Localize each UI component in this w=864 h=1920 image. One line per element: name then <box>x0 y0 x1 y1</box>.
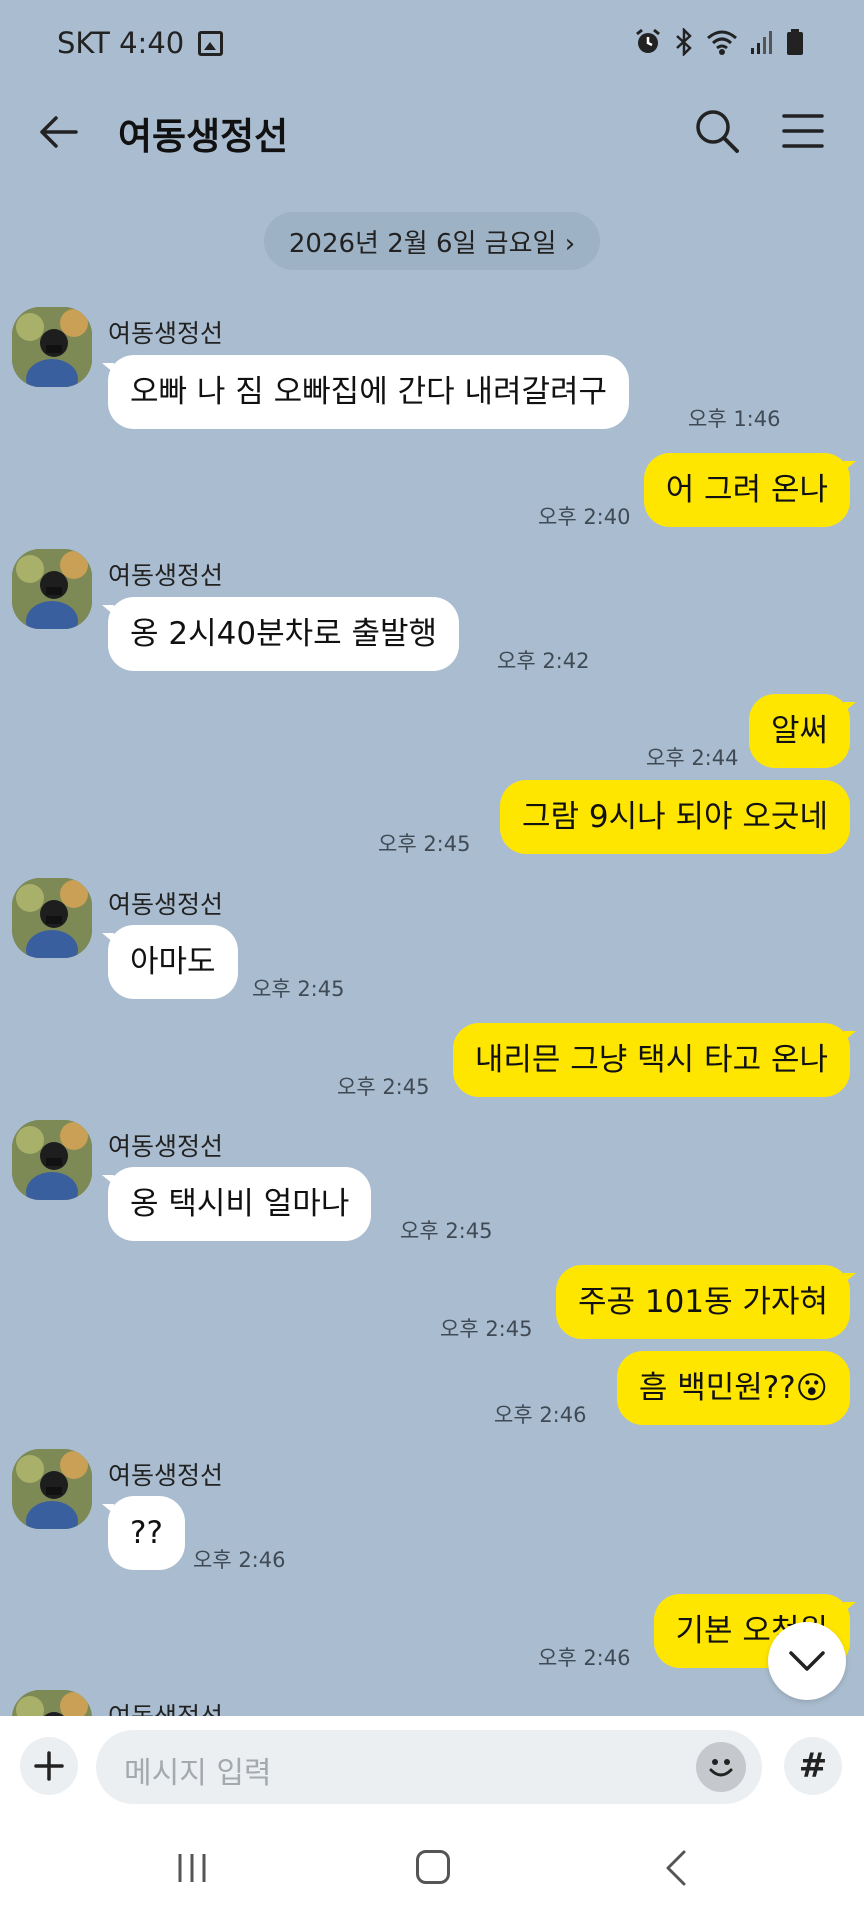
image-notification-icon <box>198 31 223 56</box>
outgoing-message-bubble[interactable]: 주공 101동 가자혀 <box>556 1265 856 1339</box>
plus-icon <box>34 1751 64 1781</box>
outgoing-message-bubble[interactable]: 어 그려 온나 <box>643 453 857 527</box>
wifi-icon <box>707 30 737 55</box>
message-time: 오후 2:46 <box>538 1646 631 1670</box>
outgoing-message-bubble[interactable]: 내리믄 그냥 택시 타고 온나 <box>452 1023 857 1097</box>
alarm-icon <box>636 28 660 53</box>
sender-name: 여동생정선 <box>108 319 224 348</box>
avatar[interactable] <box>12 878 92 958</box>
system-nav-bar <box>0 1816 864 1920</box>
incoming-message-bubble[interactable]: 오빠 나 짐 오빠집에 간다 내려갈려구 <box>101 355 630 429</box>
status-icons <box>634 28 804 56</box>
message-time: 오후 2:44 <box>646 746 739 770</box>
message-time: 오후 1:46 <box>688 407 781 431</box>
home-icon[interactable] <box>416 1850 450 1884</box>
message-time: 오후 2:45 <box>400 1219 493 1243</box>
nav-back-icon[interactable] <box>662 1848 690 1888</box>
battery-icon <box>787 29 803 55</box>
status-bar: SKT 4:40 <box>0 0 864 88</box>
sender-name: 여동생정선 <box>108 1461 224 1490</box>
avatar[interactable] <box>12 307 92 387</box>
emoji-button[interactable] <box>696 1742 746 1792</box>
outgoing-message-bubble[interactable]: 흠 백민원??😮 <box>616 1351 850 1425</box>
message-input[interactable]: 메시지 입력 <box>96 1730 762 1804</box>
message-time: 오후 2:46 <box>193 1548 286 1572</box>
signal-icon <box>751 31 772 54</box>
bluetooth-icon <box>676 28 692 56</box>
plus-button[interactable] <box>20 1737 78 1795</box>
incoming-message-bubble[interactable]: 옹 2시40분차로 출발행 <box>101 597 460 671</box>
avatar[interactable] <box>12 1449 92 1529</box>
outgoing-message-bubble[interactable]: 알써 <box>748 694 857 768</box>
scroll-to-bottom-button[interactable] <box>768 1622 846 1700</box>
message-time: 오후 2:45 <box>440 1317 533 1341</box>
avatar[interactable] <box>12 549 92 629</box>
sender-name: 여동생정선 <box>108 561 224 590</box>
incoming-message-bubble[interactable]: ?? <box>102 1496 185 1570</box>
menu-icon[interactable] <box>780 108 826 154</box>
message-input-placeholder: 메시지 입력 <box>124 1756 272 1791</box>
avatar[interactable] <box>12 1120 92 1200</box>
back-arrow-icon[interactable] <box>36 110 80 154</box>
message-time: 오후 2:45 <box>378 832 471 856</box>
incoming-message-bubble[interactable]: 옹 택시비 얼마나 <box>101 1167 372 1241</box>
recent-apps-icon[interactable] <box>174 1850 210 1886</box>
message-input-bar: 메시지 입력 # <box>0 1716 864 1816</box>
emoji-icon <box>709 1759 733 1777</box>
message-time: 오후 2:40 <box>538 505 631 529</box>
sender-name: 여동생정선 <box>108 890 224 919</box>
chat-header: 여동생정선 <box>0 88 864 176</box>
incoming-message-bubble[interactable]: 아마도 <box>102 925 238 999</box>
date-divider[interactable]: 2026년 2월 6일 금요일 › <box>264 212 600 270</box>
message-time: 오후 2:42 <box>497 649 590 673</box>
chevron-down-icon <box>789 1651 825 1671</box>
hash-button[interactable]: # <box>784 1737 842 1795</box>
search-icon[interactable] <box>692 106 742 156</box>
status-time: SKT 4:40 <box>57 26 185 60</box>
message-time: 오후 2:45 <box>252 977 345 1001</box>
outgoing-message-bubble[interactable]: 그람 9시나 되야 오긋네 <box>500 780 850 854</box>
sender-name: 여동생정선 <box>108 1132 224 1161</box>
chat-title: 여동생정선 <box>118 115 289 158</box>
message-time: 오후 2:46 <box>494 1403 587 1427</box>
message-time: 오후 2:45 <box>337 1075 430 1099</box>
